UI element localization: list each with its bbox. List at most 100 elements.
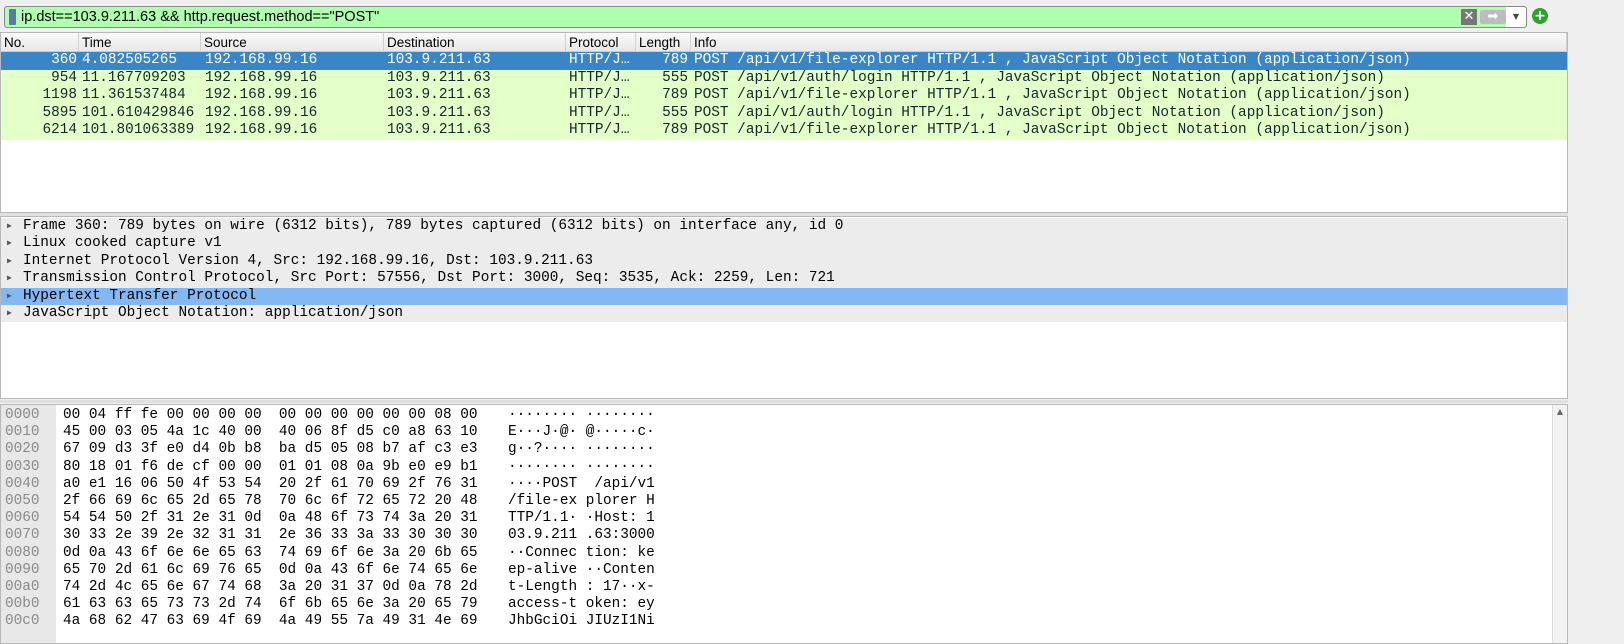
column-header-info[interactable]: Info	[691, 33, 1567, 52]
packet-row[interactable]: 360 4.082505265 192.168.99.16 103.9.211.63 H…	[1, 52, 1567, 70]
hex-offset: 0050	[5, 493, 40, 509]
hex-bytes[interactable]: 2f 66 69 6c 65 2d 65 78 70 6c 6f 72 65 7…	[63, 493, 478, 510]
hex-ascii[interactable]: JhbGciOi JIUzI1Ni	[508, 613, 655, 630]
hex-row: 0030 80 18 01 f6 de cf 00 00 01 01 08 0a …	[1, 459, 1551, 476]
cell-proto: HTTP/J…	[569, 104, 630, 121]
cell-dst: 103.9.211.63	[387, 87, 491, 103]
cell-info: POST /api/v1/file-explorer HTTP/1.1 , Ja…	[694, 52, 1411, 68]
cell-proto: HTTP/J…	[569, 52, 630, 68]
hex-row: 00b0 61 63 63 65 73 73 2d 74 6f 6b 65 6e …	[1, 596, 1551, 613]
cell-proto: HTTP/J…	[569, 69, 630, 86]
detail-tree-item[interactable]: ▶ Frame 360: 789 bytes on wire (6312 bits…	[1, 218, 1567, 236]
cell-len: 555	[662, 104, 688, 121]
hex-offset: 00b0	[5, 596, 40, 613]
column-header-protocol[interactable]: Protocol	[566, 33, 636, 52]
packet-bytes: 0000 00 04 ff fe 00 00 00 00 00 00 00 00 …	[0, 404, 1568, 644]
hex-row: 0060 54 54 50 2f 31 2e 31 0d 0a 48 6f 73 …	[1, 510, 1551, 527]
hex-row: 0070 30 33 2e 39 2e 32 31 31 2e 36 33 3a …	[1, 527, 1551, 544]
hex-offset: 0080	[5, 544, 40, 561]
hex-bytes[interactable]: 67 09 d3 3f e0 d4 0b b8 ba d5 05 08 b7 a…	[63, 441, 478, 458]
hex-row: 0090 65 70 2d 61 6c 69 76 65 0d 0a 43 6f …	[1, 562, 1551, 579]
cell-info: POST /api/v1/file-explorer HTTP/1.1 , Ja…	[694, 122, 1411, 138]
hex-offset: 0000	[5, 407, 40, 423]
expand-triangle-icon[interactable]: ▶	[7, 270, 12, 287]
apply-filter-icon[interactable]: ➡	[1480, 10, 1506, 24]
detail-tree-item[interactable]: ▶ Internet Protocol Version 4, Src: 192.1…	[1, 252, 1567, 271]
cell-proto: HTTP/J…	[569, 87, 630, 103]
detail-text: Frame 360: 789 bytes on wire (6312 bits)…	[23, 218, 844, 234]
hex-bytes[interactable]: 0d 0a 43 6f 6e 6e 65 63 74 69 6f 6e 3a 2…	[63, 545, 478, 562]
cell-time: 4.082505265	[82, 52, 177, 68]
hex-ascii[interactable]: TTP/1.1· ·Host: 1	[508, 510, 655, 527]
hex-bytes[interactable]: 74 2d 4c 65 6e 67 74 68 3a 20 31 37 0d 0…	[63, 579, 478, 596]
expand-triangle-icon[interactable]: ▶	[7, 235, 12, 252]
add-filter-button-icon[interactable]: +	[1532, 8, 1548, 24]
hex-bytes[interactable]: 30 33 2e 39 2e 32 31 31 2e 36 33 3a 33 3…	[63, 527, 478, 544]
hex-ascii[interactable]: g··?···· ········	[508, 441, 655, 458]
hex-offset: 00a0	[5, 579, 40, 595]
display-filter-input[interactable]: ip.dst==103.9.211.63 && http.request.met…	[4, 6, 1527, 28]
hex-offset: 0070	[5, 527, 40, 544]
hex-ascii[interactable]: t-Length : 17··x-	[508, 579, 655, 596]
hex-bytes[interactable]: 00 04 ff fe 00 00 00 00 00 00 00 00 00 0…	[63, 407, 478, 424]
column-header-no[interactable]: No.	[1, 33, 79, 52]
cell-len: 789	[662, 87, 688, 103]
hex-ascii[interactable]: /file-ex plorer H	[508, 493, 655, 510]
hex-row: 0020 67 09 d3 3f e0 d4 0b b8 ba d5 05 08 …	[1, 441, 1551, 458]
hex-bytes[interactable]: a0 e1 16 06 50 4f 53 54 20 2f 61 70 69 2…	[63, 476, 478, 493]
detail-tree-item[interactable]: ▶ Hypertext Transfer Protocol	[1, 287, 1567, 305]
hex-row: 00a0 74 2d 4c 65 6e 67 74 68 3a 20 31 37 …	[1, 579, 1551, 596]
cell-len: 555	[662, 69, 688, 86]
packet-details: ▶ Frame 360: 789 bytes on wire (6312 bits…	[0, 216, 1568, 399]
hex-ascii[interactable]: ········ ········	[508, 459, 655, 476]
column-header-time[interactable]: Time	[79, 33, 201, 52]
packet-row[interactable]: 954 11.167709203 192.168.99.16 103.9.211.63…	[1, 69, 1567, 87]
hex-ascii[interactable]: ········ ········	[508, 407, 655, 424]
cell-src: 192.168.99.16	[205, 87, 318, 103]
detail-tree-item[interactable]: ▶ Linux cooked capture v1	[1, 235, 1567, 253]
hex-row: 0080 0d 0a 43 6f 6e 6e 65 63 74 69 6f 6e …	[1, 545, 1551, 562]
expand-triangle-icon[interactable]: ▶	[7, 218, 12, 235]
hex-ascii[interactable]: ····POST /api/v1	[508, 476, 655, 493]
cell-dst: 103.9.211.63	[387, 52, 491, 68]
expand-triangle-icon[interactable]: ▶	[7, 253, 12, 270]
hex-bytes[interactable]: 4a 68 62 47 63 69 4f 69 4a 49 55 7a 49 3…	[63, 613, 478, 630]
display-filter-toolbar: ip.dst==103.9.211.63 && http.request.met…	[0, 0, 1624, 32]
clear-filter-icon[interactable]: ✕	[1461, 9, 1477, 25]
detail-text: Transmission Control Protocol, Src Port:…	[23, 270, 835, 287]
hex-bytes[interactable]: 61 63 63 65 73 73 2d 74 6f 6b 65 6e 3a 2…	[63, 596, 478, 613]
hex-offset: 0020	[5, 441, 40, 458]
hex-ascii[interactable]: E···J·@· @·····c·	[508, 424, 655, 441]
detail-tree-item[interactable]: ▶ Transmission Control Protocol, Src Port…	[1, 270, 1567, 288]
hex-ascii[interactable]: ··Connec tion: ke	[508, 545, 655, 562]
column-header-length[interactable]: Length	[636, 33, 691, 52]
hex-bytes[interactable]: 54 54 50 2f 31 2e 31 0d 0a 48 6f 73 74 3…	[63, 510, 478, 527]
scroll-up-icon[interactable]: ▲	[1553, 405, 1567, 419]
column-header-source[interactable]: Source	[201, 33, 384, 52]
hex-bytes[interactable]: 80 18 01 f6 de cf 00 00 01 01 08 0a 9b e…	[63, 459, 478, 476]
packet-row[interactable]: 6214 101.801063389 192.168.99.16 103.9.211.…	[1, 122, 1567, 140]
hex-ascii[interactable]: access-t oken: ey	[508, 596, 655, 613]
cell-info: POST /api/v1/file-explorer HTTP/1.1 , Ja…	[694, 87, 1411, 103]
expand-triangle-icon[interactable]: ▶	[7, 288, 12, 305]
hex-bytes[interactable]: 45 00 03 05 4a 1c 40 00 40 06 8f d5 c0 a…	[63, 424, 478, 441]
cell-proto: HTTP/J…	[569, 122, 630, 138]
hex-offset: 0010	[5, 424, 40, 441]
packet-row[interactable]: 5895 101.610429846 192.168.99.16 103.9.211.…	[1, 104, 1567, 122]
cell-src: 192.168.99.16	[205, 69, 318, 86]
hex-ascii[interactable]: ep-alive ··Conten	[508, 562, 655, 579]
expand-triangle-icon[interactable]: ▶	[7, 305, 12, 322]
filter-history-dropdown-icon[interactable]: ▼	[1506, 7, 1526, 27]
cell-src: 192.168.99.16	[205, 52, 318, 68]
column-header-destination[interactable]: Destination	[384, 33, 566, 52]
hex-offset: 00c0	[5, 613, 40, 630]
cell-dst: 103.9.211.63	[387, 69, 491, 86]
pane-splitter[interactable]	[0, 400, 1568, 403]
hex-bytes[interactable]: 65 70 2d 61 6c 69 76 65 0d 0a 43 6f 6e 7…	[63, 562, 478, 579]
hex-ascii[interactable]: 03.9.211 .63:3000	[508, 527, 655, 544]
filter-text[interactable]: ip.dst==103.9.211.63 && http.request.met…	[21, 9, 1461, 25]
vertical-scrollbar[interactable]: ▲	[1552, 405, 1567, 643]
packet-row[interactable]: 1198 11.361537484 192.168.99.16 103.9.211.6…	[1, 87, 1567, 105]
bookmark-icon[interactable]	[9, 9, 16, 25]
detail-tree-item[interactable]: ▶ JavaScript Object Notation: application…	[1, 305, 1567, 323]
